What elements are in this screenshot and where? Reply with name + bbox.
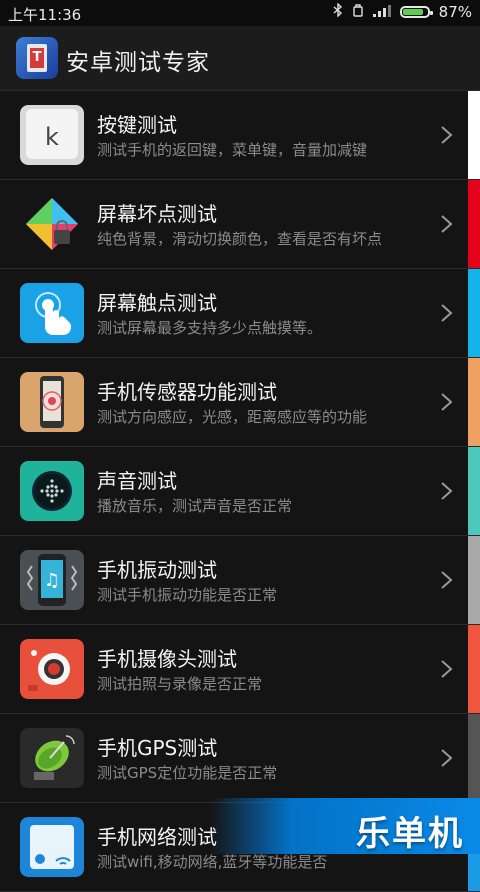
chevron-right-icon [441, 126, 453, 144]
item-title: 手机传感器功能测试 [97, 380, 277, 404]
list-item-touch-test[interactable]: 屏幕触点测试 测试屏幕最多支持多少点触摸等。 [0, 269, 480, 358]
app-title: 安卓测试专家 [66, 50, 210, 76]
list-item-dead-pixel-test[interactable]: 屏幕坏点测试 纯色背景，滑动切换颜色，查看是否有坏点 [0, 180, 480, 269]
brand-watermark: 乐单机 [210, 798, 480, 854]
item-title: 按键测试 [97, 113, 177, 137]
camera-icon [20, 639, 84, 699]
item-desc: 测试方向感应，光感，距离感应等的功能 [97, 408, 368, 426]
item-desc: 测试手机振动功能是否正常 [97, 586, 278, 604]
signal-icon [372, 3, 391, 21]
battery-icon [399, 6, 433, 18]
network-icon [20, 817, 84, 877]
vibration-icon: ♫ [20, 550, 84, 610]
color-tab [468, 358, 480, 446]
list-item-gps-test[interactable]: 手机GPS测试 测试GPS定位功能是否正常 [0, 714, 480, 803]
item-title: 屏幕触点测试 [97, 291, 217, 315]
battery-percent: 87% [438, 3, 472, 21]
color-tab [468, 536, 480, 624]
speaker-icon [20, 461, 84, 521]
chevron-right-icon [441, 749, 453, 767]
list-item-vibration-test[interactable]: ♫ 手机振动测试 测试手机振动功能是否正常 [0, 536, 480, 625]
chevron-right-icon [441, 304, 453, 322]
chevron-right-icon [441, 571, 453, 589]
status-bar: 上午11:36 87% [0, 0, 480, 26]
item-desc: 测试拍照与录像是否正常 [97, 675, 263, 693]
item-title: 声音测试 [97, 469, 177, 493]
satellite-dish-icon [20, 728, 84, 788]
app-logo-icon: T [16, 37, 58, 79]
item-desc: 纯色背景，滑动切换颜色，查看是否有坏点 [97, 230, 383, 248]
color-tab [468, 714, 480, 802]
chevron-right-icon [441, 393, 453, 411]
app-header: T 安卓测试专家 [0, 26, 480, 91]
list-item-sound-test[interactable]: 声音测试 播放音乐，测试声音是否正常 [0, 447, 480, 536]
color-tab [468, 269, 480, 357]
color-tab [468, 447, 480, 535]
brand-text: 乐单机 [356, 814, 464, 854]
list-item-sensor-test[interactable]: 手机传感器功能测试 测试方向感应，光感，距离感应等的功能 [0, 358, 480, 447]
chevron-right-icon [441, 660, 453, 678]
status-time: 上午11:36 [8, 6, 82, 24]
svg-text:♫: ♫ [44, 570, 60, 591]
bluetooth-icon [333, 2, 343, 21]
color-tab [468, 180, 480, 268]
item-title: 手机GPS测试 [97, 736, 218, 760]
color-tab [468, 91, 480, 179]
item-title: 手机摄像头测试 [97, 647, 237, 671]
item-title: 手机网络测试 [97, 825, 217, 849]
chevron-right-icon [441, 215, 453, 233]
color-prism-icon [20, 194, 84, 254]
sensor-icon [20, 372, 84, 432]
item-desc: 测试屏幕最多支持多少点触摸等。 [97, 319, 323, 337]
item-desc: 测试wifi,移动网络,蓝牙等功能是否 [97, 853, 328, 871]
chevron-right-icon [441, 482, 453, 500]
list-item-camera-test[interactable]: 手机摄像头测试 测试拍照与录像是否正常 [0, 625, 480, 714]
item-desc: 播放音乐，测试声音是否正常 [97, 497, 293, 515]
alarm-icon [352, 3, 364, 21]
svg-text:k: k [45, 123, 59, 151]
item-desc: 测试手机的返回键，菜单键，音量加减键 [97, 141, 368, 159]
test-list: k 按键测试 测试手机的返回键，菜单键，音量加减键 屏幕坏点测试 纯色背景，滑动… [0, 91, 480, 892]
touch-icon [20, 283, 84, 343]
item-desc: 测试GPS定位功能是否正常 [97, 764, 278, 782]
item-title: 屏幕坏点测试 [97, 202, 217, 226]
color-tab [468, 625, 480, 713]
key-icon: k [20, 105, 84, 165]
item-title: 手机振动测试 [97, 558, 217, 582]
list-item-key-test[interactable]: k 按键测试 测试手机的返回键，菜单键，音量加减键 [0, 91, 480, 180]
status-icons: 87% [333, 2, 472, 21]
